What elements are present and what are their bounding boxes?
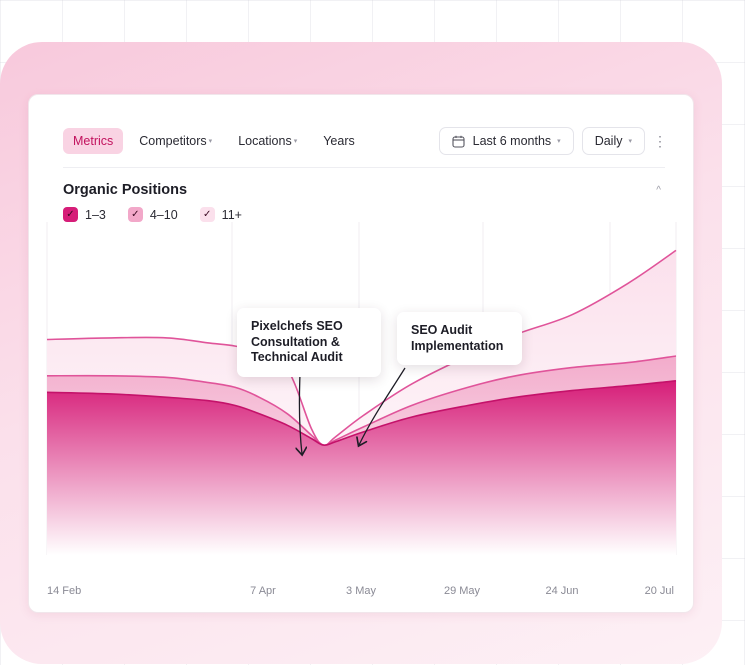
x-tick-label: 7 Apr bbox=[250, 585, 276, 597]
x-tick-label: 20 Jul bbox=[645, 585, 674, 597]
x-axis-ticks: 14 Feb 7 Apr 3 May 29 May 24 Jun 20 Jul bbox=[47, 585, 674, 597]
annotation-callout-1: Pixelchefs SEO Consultation & Technical … bbox=[237, 308, 381, 377]
x-tick-label: 14 Feb bbox=[47, 585, 81, 597]
x-tick-label: 3 May bbox=[346, 585, 376, 597]
x-tick-label: 29 May bbox=[444, 585, 481, 597]
x-tick-label: 24 Jun bbox=[545, 585, 578, 597]
series-area-0 bbox=[47, 380, 676, 555]
annotation-2-line: SEO Audit bbox=[411, 323, 473, 337]
annotation-1-line: Consultation & bbox=[251, 334, 340, 349]
annotation-1-line: Technical Audit bbox=[251, 350, 343, 364]
annotation-callout-2: SEO Audit Implementation bbox=[397, 312, 522, 365]
annotation-1-line: Pixelchefs SEO bbox=[251, 319, 343, 333]
chart-series bbox=[46, 249, 677, 555]
annotation-2-line: Implementation bbox=[411, 338, 504, 353]
